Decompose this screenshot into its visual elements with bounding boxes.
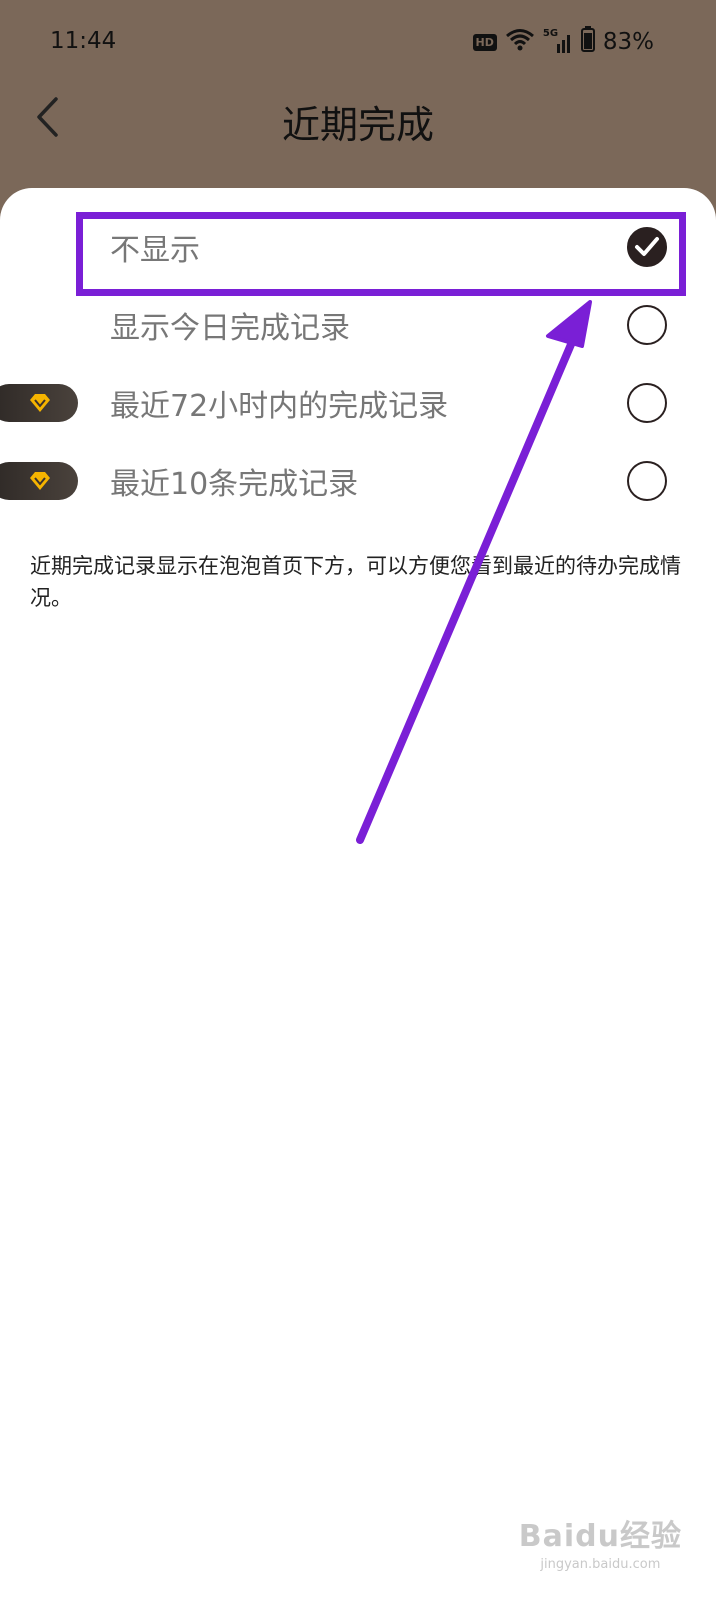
diamond-icon: [30, 394, 50, 412]
wifi-icon: [505, 27, 535, 57]
battery-percent: 83%: [602, 29, 654, 55]
option-label: 最近10条完成记录: [110, 467, 359, 502]
signal-icon: 5G: [543, 28, 573, 54]
status-time: 11:44: [50, 28, 117, 54]
settings-sheet: 不显示 显示今日完成记录 最近72小时内的完成记录 最近10条完成记录: [0, 188, 716, 1600]
radio-icon[interactable]: [627, 461, 667, 501]
header: 近期完成: [0, 82, 716, 188]
radio-icon[interactable]: [627, 383, 667, 423]
radio-checked-icon[interactable]: [627, 227, 667, 267]
option-today[interactable]: 显示今日完成记录: [0, 286, 716, 364]
vip-badge: [0, 462, 78, 500]
option-hide[interactable]: 不显示: [0, 208, 716, 286]
hd-icon: HD: [472, 33, 497, 51]
option-label: 不显示: [110, 233, 200, 268]
status-icons: HD 5G 83%: [472, 26, 654, 58]
watermark-brand: Baidu经验: [518, 1519, 682, 1554]
watermark-url: jingyan.baidu.com: [540, 1557, 661, 1572]
option-72-hours[interactable]: 最近72小时内的完成记录: [0, 364, 716, 442]
option-label: 显示今日完成记录: [110, 311, 350, 346]
vip-badge: [0, 384, 78, 422]
watermark: Baidu经验 jingyan.baidu.com: [519, 1511, 682, 1572]
description-text: 近期完成记录显示在泡泡首页下方，可以方便您看到最近的待办完成情况。: [30, 554, 681, 610]
page-title: 近期完成: [281, 103, 434, 147]
radio-icon[interactable]: [627, 305, 667, 345]
option-last-10[interactable]: 最近10条完成记录: [0, 442, 716, 520]
battery-icon: [580, 26, 595, 58]
diamond-icon: [30, 472, 50, 490]
status-bar: 11:44 HD 5G 83%: [0, 0, 716, 82]
option-label: 最近72小时内的完成记录: [110, 389, 449, 424]
